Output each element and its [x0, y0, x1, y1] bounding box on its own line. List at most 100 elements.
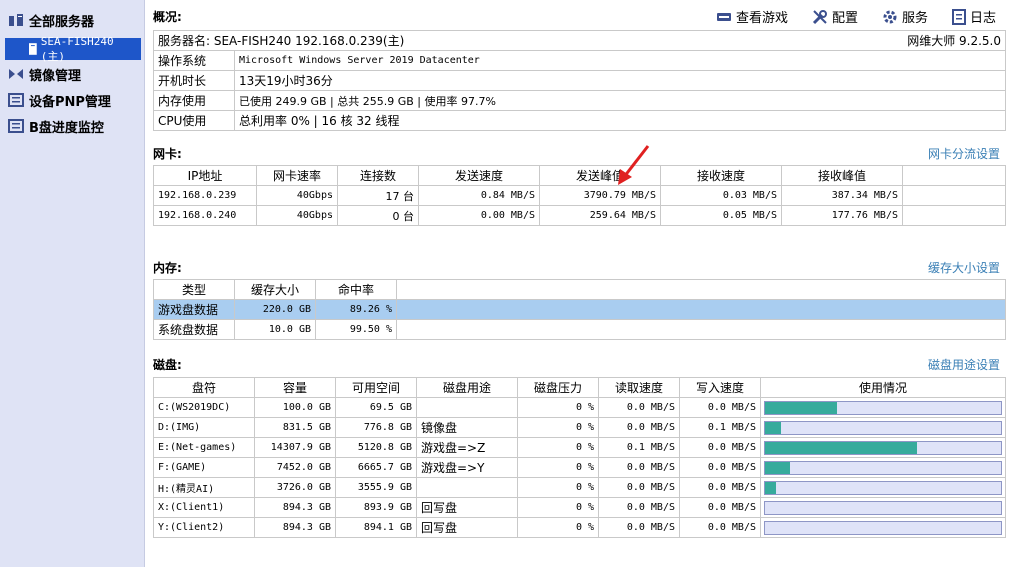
table-row[interactable]: 192.168.0.239 40Gbps 17 台 0.84 MB/S 3790…: [153, 185, 1006, 206]
column-header: 使用情况: [760, 377, 1006, 398]
usage-bar: [764, 480, 1002, 495]
read-speed-cell: 0.0 MB/S: [598, 397, 680, 418]
sidebar: 全部服务器 SEA-FISH240 (主) 镜像管理 设备PNP管理 B盘进度监…: [0, 0, 145, 567]
read-speed-cell: 0.0 MB/S: [598, 457, 680, 478]
sidebar-item-all-servers[interactable]: 全部服务器: [8, 10, 94, 30]
column-header: 缓存大小: [234, 279, 316, 300]
main-panel: 概况: 查看游戏 配置 服务 日志 服务器名: SEA-FISH240 192.…: [144, 0, 1010, 567]
table-row[interactable]: Y:(Client2) 894.3 GB 894.1 GB 回写盘 0 % 0.0 MB/…: [153, 517, 1006, 538]
nic-settings-link[interactable]: 网卡分流设置: [928, 145, 1000, 162]
table-row: CPU使用 总利用率 0% | 16 核 32 线程: [153, 110, 1006, 131]
table-row[interactable]: 游戏盘数据 220.0 GB 89.26 %: [153, 299, 1006, 320]
capacity-cell: 3726.0 GB: [254, 477, 336, 498]
recv-speed-cell: 0.03 MB/S: [660, 185, 782, 206]
sidebar-item-pnp[interactable]: 设备PNP管理: [8, 90, 111, 110]
sidebar-item-b-progress[interactable]: B盘进度监控: [8, 116, 104, 136]
free-space-cell: 5120.8 GB: [335, 437, 417, 458]
column-header: 盘符: [153, 377, 255, 398]
memory-value: 已使用 249.9 GB | 总共 255.9 GB | 使用率 97.7%: [234, 90, 1006, 111]
config-button[interactable]: 配置: [812, 7, 858, 26]
server-name: 服务器名: SEA-FISH240 192.168.0.239(主) 网维大师 …: [153, 30, 1006, 51]
disk-rows: C:(WS2019DC) 100.0 GB 69.5 GB 0 % 0.0 MB/S 0.…: [153, 397, 1006, 538]
sidebar-item-label: 全部服务器: [29, 14, 95, 30]
column-header: 磁盘压力: [517, 377, 599, 398]
drive-cell: E:(Net-games): [153, 437, 255, 458]
send-peak-cell: 3790.79 MB/S: [539, 185, 661, 206]
nic-title: 网卡:: [153, 147, 182, 161]
sidebar-item-server[interactable]: SEA-FISH240 (主): [5, 35, 141, 63]
table-row[interactable]: H:(精灵AI) 3726.0 GB 3555.9 GB 0 % 0.0 MB/S 0.0…: [153, 477, 1006, 498]
table-row[interactable]: 192.168.0.240 40Gbps 0 台 0.00 MB/S 259.6…: [153, 205, 1006, 226]
column-header: 命中率: [315, 279, 397, 300]
free-space-cell: 893.9 GB: [335, 497, 417, 518]
usage-bar-cell: [760, 437, 1006, 458]
send-speed-cell: 0.84 MB/S: [418, 185, 540, 206]
service-button[interactable]: 服务: [882, 7, 928, 26]
sidebar-item-image-mgmt[interactable]: 镜像管理: [8, 64, 81, 84]
usage-bar-cell: [760, 417, 1006, 438]
view-games-button[interactable]: 查看游戏: [716, 7, 788, 26]
list-icon: [8, 93, 24, 107]
overview-title: 概况:: [153, 10, 182, 24]
column-header: IP地址: [153, 165, 257, 186]
usage-bar-cell: [760, 477, 1006, 498]
server-icon: [29, 43, 37, 55]
table-row: 内存使用 已使用 249.9 GB | 总共 255.9 GB | 使用率 97…: [153, 90, 1006, 111]
connections-cell: 17 台: [337, 185, 419, 206]
cache-settings-link[interactable]: 缓存大小设置: [928, 259, 1000, 276]
cache-size-cell: 10.0 GB: [234, 319, 316, 340]
free-space-cell: 6665.7 GB: [335, 457, 417, 478]
memory-label: 内存使用: [153, 90, 235, 111]
write-speed-cell: 0.0 MB/S: [679, 497, 761, 518]
log-button[interactable]: 日志: [951, 7, 996, 26]
column-header: 发送速度: [418, 165, 540, 186]
write-speed-cell: 0.0 MB/S: [679, 517, 761, 538]
free-space-cell: 3555.9 GB: [335, 477, 417, 498]
column-header: 容量: [254, 377, 336, 398]
usage-type-cell: 回写盘: [416, 517, 518, 538]
sidebar-item-label: 设备PNP管理: [29, 94, 111, 110]
usage-bar-fill: [765, 441, 917, 454]
toolbar: 查看游戏 配置 服务 日志: [716, 7, 996, 26]
usage-type-cell: 游戏盘=>Y: [416, 457, 518, 478]
empty-cell: [902, 185, 1006, 206]
usage-bar: [764, 520, 1002, 535]
disk-title: 磁盘:: [153, 358, 182, 372]
drive-cell: C:(WS2019DC): [153, 397, 255, 418]
write-speed-cell: 0.0 MB/S: [679, 457, 761, 478]
drive-cell: F:(GAME): [153, 457, 255, 478]
gear-icon: [883, 10, 897, 23]
cache-size-cell: 220.0 GB: [234, 299, 316, 320]
capacity-cell: 100.0 GB: [254, 397, 336, 418]
table-header-row: 盘符 容量 可用空间 磁盘用途 磁盘压力 读取速度 写入速度 使用情况: [153, 377, 1006, 398]
pressure-cell: 0 %: [517, 437, 599, 458]
usage-bar-fill: [765, 401, 837, 414]
column-header: 磁盘用途: [416, 377, 518, 398]
table-row[interactable]: 系统盘数据 10.0 GB 99.50 %: [153, 319, 1006, 340]
usage-bar-cell: [760, 497, 1006, 518]
free-space-cell: 776.8 GB: [335, 417, 417, 438]
table-row[interactable]: D:(IMG) 831.5 GB 776.8 GB 镜像盘 0 % 0.0 MB/S 0.1…: [153, 417, 1006, 438]
usage-type-cell: [416, 477, 518, 498]
config-label: 配置: [831, 11, 858, 26]
sidebar-item-label: 镜像管理: [29, 68, 82, 84]
usage-bar-fill: [765, 481, 776, 494]
read-speed-cell: 0.0 MB/S: [598, 477, 680, 498]
column-header: 连接数: [337, 165, 419, 186]
recv-speed-cell: 0.05 MB/S: [660, 205, 782, 226]
table-row[interactable]: F:(GAME) 7452.0 GB 6665.7 GB 游戏盘=>Y 0 % 0.0 M…: [153, 457, 1006, 478]
cpu-label: CPU使用: [153, 110, 235, 131]
column-header: 可用空间: [335, 377, 417, 398]
sidebar-item-label: SEA-FISH240 (主): [40, 34, 114, 63]
pressure-cell: 0 %: [517, 457, 599, 478]
read-speed-cell: 0.1 MB/S: [598, 437, 680, 458]
nic-table: IP地址 网卡速率 连接数 发送速度 发送峰值 接收速度 接收峰值 192.16…: [153, 165, 1006, 226]
disk-table: 盘符 容量 可用空间 磁盘用途 磁盘压力 读取速度 写入速度 使用情况 C:(W…: [153, 377, 1006, 538]
log-label: 日志: [969, 11, 996, 26]
table-row[interactable]: X:(Client1) 894.3 GB 893.9 GB 回写盘 0 % 0.0 MB/…: [153, 497, 1006, 518]
hit-rate-cell: 89.26 %: [315, 299, 397, 320]
disk-settings-link[interactable]: 磁盘用途设置: [928, 356, 1000, 373]
table-row[interactable]: C:(WS2019DC) 100.0 GB 69.5 GB 0 % 0.0 MB/S 0.…: [153, 397, 1006, 418]
table-row[interactable]: E:(Net-games) 14307.9 GB 5120.8 GB 游戏盘=>Z 0 …: [153, 437, 1006, 458]
os-value: Microsoft Windows Server 2019 Datacenter: [234, 50, 1006, 71]
